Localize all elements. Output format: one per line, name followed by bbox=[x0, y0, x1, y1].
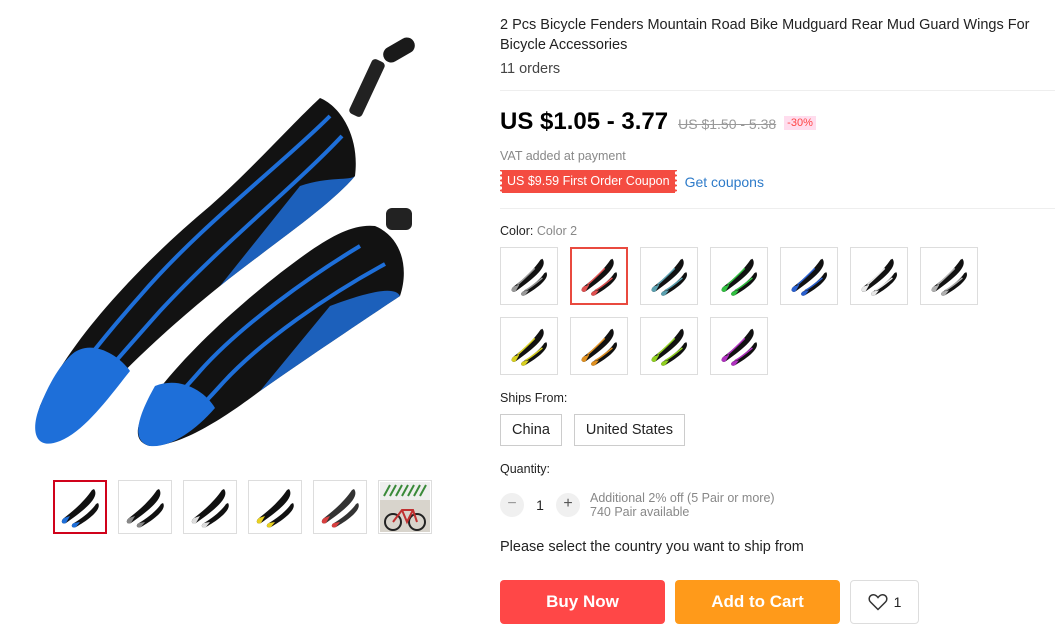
color-swatch-6[interactable] bbox=[850, 247, 908, 305]
thumbnail-3[interactable] bbox=[183, 480, 237, 534]
selected-color-value: Color 2 bbox=[536, 224, 578, 238]
price-row: US $1.05 - 3.77 US $1.50 - 5.38 -30% bbox=[500, 108, 816, 136]
fender-swatch-icon bbox=[581, 258, 617, 296]
color-swatch-5[interactable] bbox=[780, 247, 838, 305]
fender-blue-icon bbox=[61, 489, 99, 528]
product-title: 2 Pcs Bicycle Fenders Mountain Road Bike… bbox=[500, 17, 1030, 53]
divider bbox=[500, 90, 1055, 91]
color-swatch-8[interactable] bbox=[500, 317, 558, 375]
color-swatch-4[interactable] bbox=[710, 247, 768, 305]
decrease-quantity-button[interactable]: − bbox=[500, 493, 524, 517]
main-product-image[interactable] bbox=[30, 36, 450, 452]
coupon-row: US $9.59 First Order Coupon Get coupons bbox=[499, 170, 764, 193]
add-to-cart-button[interactable]: Add to Cart bbox=[675, 580, 840, 624]
fender-white-icon bbox=[191, 489, 229, 528]
bicycle-photo-icon bbox=[380, 482, 430, 532]
wishlist-button[interactable]: 1 bbox=[850, 580, 919, 624]
fender-swatch-icon bbox=[721, 258, 757, 296]
original-price: US $1.50 - 5.38 bbox=[678, 116, 777, 132]
quantity-value[interactable]: 1 bbox=[524, 497, 556, 513]
quantity-info: Additional 2% off (5 Pair or more) 740 P… bbox=[590, 491, 775, 519]
order-count: 11 orders bbox=[500, 61, 561, 77]
product-gallery bbox=[0, 0, 480, 633]
thumbnail-2[interactable] bbox=[118, 480, 172, 534]
thumbnail-5[interactable] bbox=[313, 480, 367, 534]
thumbnail-1[interactable] bbox=[53, 480, 107, 534]
buy-now-button[interactable]: Buy Now bbox=[500, 580, 665, 624]
color-swatches bbox=[500, 247, 990, 375]
color-swatch-10[interactable] bbox=[640, 317, 698, 375]
first-order-coupon[interactable]: US $9.59 First Order Coupon bbox=[499, 170, 678, 193]
ships-from-options: China United States bbox=[500, 414, 685, 446]
color-swatch-7[interactable] bbox=[920, 247, 978, 305]
fender-gray-icon bbox=[126, 489, 164, 528]
fender-swatch-icon bbox=[791, 258, 827, 296]
color-label-text: Color: bbox=[500, 224, 534, 238]
fender-swatch-icon bbox=[721, 328, 757, 366]
discount-badge: -30% bbox=[784, 116, 816, 130]
thumbnail-4[interactable] bbox=[248, 480, 302, 534]
color-swatch-1[interactable] bbox=[500, 247, 558, 305]
wishlist-count: 1 bbox=[893, 594, 902, 610]
fender-swatch-icon bbox=[651, 258, 687, 296]
color-swatch-9[interactable] bbox=[570, 317, 628, 375]
color-label: Color: Color 2 bbox=[500, 224, 577, 238]
color-swatch-3[interactable] bbox=[640, 247, 698, 305]
fender-red-icon bbox=[321, 489, 359, 528]
divider bbox=[500, 208, 1055, 209]
vat-note: VAT added at payment bbox=[500, 149, 626, 163]
fender-swatch-icon bbox=[651, 328, 687, 366]
heart-icon bbox=[868, 594, 888, 611]
bulk-discount-note: Additional 2% off (5 Pair or more) bbox=[590, 491, 775, 505]
thumbnail-strip bbox=[53, 480, 432, 534]
shipping-message: Please select the country you want to sh… bbox=[500, 539, 804, 555]
action-buttons: Buy Now Add to Cart 1 bbox=[500, 580, 919, 624]
current-price: US $1.05 - 3.77 bbox=[500, 108, 669, 135]
fender-swatch-icon bbox=[581, 328, 617, 366]
ships-from-label: Ships From: bbox=[500, 391, 568, 405]
fender-swatch-icon bbox=[511, 258, 547, 296]
fender-yellow-icon bbox=[256, 489, 294, 528]
increase-quantity-button[interactable]: + bbox=[556, 493, 580, 517]
ship-option-china[interactable]: China bbox=[500, 414, 562, 446]
quantity-label: Quantity: bbox=[500, 462, 551, 476]
fender-swatch-icon bbox=[861, 258, 897, 296]
thumbnail-6[interactable] bbox=[378, 480, 432, 534]
color-swatch-11[interactable] bbox=[710, 317, 768, 375]
get-coupons-link[interactable]: Get coupons bbox=[685, 174, 764, 190]
available-stock: 740 Pair available bbox=[590, 505, 690, 519]
fender-swatch-icon bbox=[511, 328, 547, 366]
color-swatch-2[interactable] bbox=[570, 247, 628, 305]
fender-swatch-icon bbox=[931, 258, 967, 296]
quantity-stepper: − 1 + Additional 2% off (5 Pair or more)… bbox=[500, 491, 775, 519]
ship-option-united-states[interactable]: United States bbox=[573, 414, 685, 446]
